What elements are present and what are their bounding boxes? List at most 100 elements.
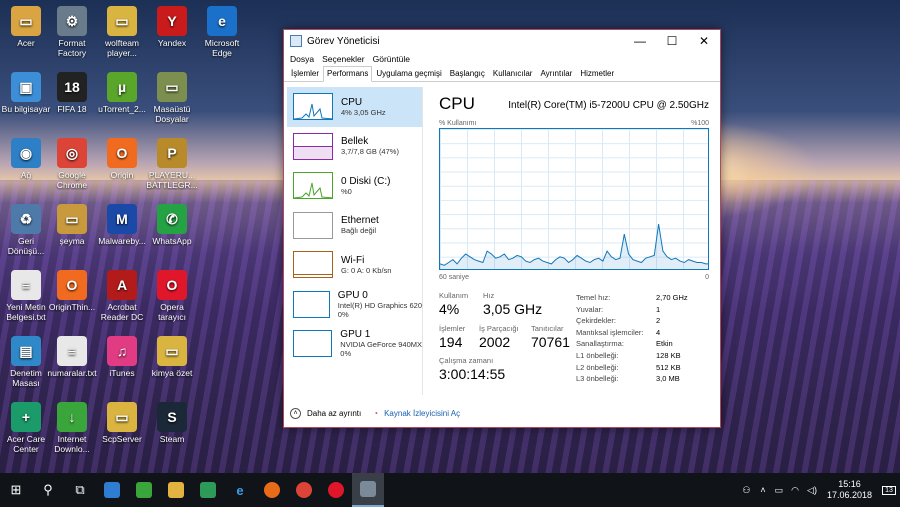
- desktop-icon-internet-downlo[interactable]: ↓ Internet Downlo...: [46, 402, 98, 454]
- less-details-link[interactable]: Daha az ayrıntı: [307, 409, 361, 418]
- edge-icon[interactable]: e: [224, 473, 256, 507]
- chrome-icon[interactable]: [288, 473, 320, 507]
- desktop-icon-label: iTunes: [109, 368, 135, 378]
- action-center-icon[interactable]: 13: [878, 473, 900, 507]
- window-title: Görev Yöneticisi: [307, 35, 380, 47]
- uptime-label: Çalışma zamanı: [439, 356, 494, 365]
- clock[interactable]: 15:16 17.06.2018: [821, 479, 878, 501]
- desktop-icon-opera-taray-c[interactable]: O Opera tarayıcı: [146, 270, 198, 322]
- sidebar-item-bellek[interactable]: Bellek 3,7/7,8 GB (47%): [287, 127, 422, 167]
- mini-graph: [293, 251, 333, 279]
- desktop-icon-fifa-18[interactable]: 18 FIFA 18: [46, 72, 98, 114]
- maximize-button[interactable]: ☐: [656, 30, 688, 52]
- desktop-icon-scpserver[interactable]: ▭ ScpServer: [96, 402, 148, 444]
- tab-i-lemler[interactable]: İşlemler: [287, 66, 323, 82]
- desktop-icon-a[interactable]: ◉ Ağ: [0, 138, 52, 180]
- sidebar-item-cpu[interactable]: CPU 4% 3,05 GHz: [287, 87, 422, 127]
- tab-hizmetler[interactable]: Hizmetler: [576, 66, 618, 82]
- desktop-icon-kimya-zet[interactable]: ▭ kimya özet: [146, 336, 198, 378]
- sidebar-item-0-diski-c[interactable]: 0 Diski (C:) %0: [287, 166, 422, 206]
- desktop-icon-eyma[interactable]: ▭ şeyma: [46, 204, 98, 246]
- malwareby-icon: M: [107, 204, 137, 234]
- desktop-icon-acrobat-reader-dc[interactable]: A Acrobat Reader DC: [96, 270, 148, 322]
- people-icon[interactable]: ⚇: [737, 485, 755, 496]
- tab-uygulama-ge-mi-i[interactable]: Uygulama geçmişi: [372, 66, 445, 82]
- spec-temel-h-z: Temel hız: 2,70 GHz: [576, 293, 688, 302]
- title-bar[interactable]: Görev Yöneticisi — ☐ ✕: [284, 30, 720, 52]
- desktop-icon-yandex[interactable]: Y Yandex: [146, 6, 198, 48]
- task-view-icon[interactable]: ⧉: [64, 473, 96, 507]
- desktop-icon-numaralar-txt[interactable]: ≡ numaralar.txt: [46, 336, 98, 378]
- tab-kullan-c-lar[interactable]: Kullanıcılar: [489, 66, 537, 82]
- resource-monitor-link[interactable]: Kaynak İzleyicisini Aç: [384, 409, 460, 418]
- desktop-icon-format-factory[interactable]: ⚙ Format Factory: [46, 6, 98, 58]
- desktop-icon-itunes[interactable]: ♫ iTunes: [96, 336, 148, 378]
- a-icon: ◉: [11, 138, 41, 168]
- taskbar-items: ⊞ ⚲ ⧉ e: [0, 473, 384, 507]
- store-icon[interactable]: [96, 473, 128, 507]
- chevron-up-tray-icon[interactable]: ˄: [755, 485, 770, 495]
- yandex-icon: Y: [157, 6, 187, 36]
- sidebar-item-wi-fi[interactable]: Wi-Fi G: 0 A: 0 Kb/sn: [287, 245, 422, 285]
- desktop-icon-acer[interactable]: ▭ Acer: [0, 6, 52, 48]
- desktop-icon-originthin[interactable]: O OriginThin...: [46, 270, 98, 312]
- tab-ayr-nt-lar[interactable]: Ayrıntılar: [536, 66, 576, 82]
- app-green2-icon[interactable]: [192, 473, 224, 507]
- battery-icon[interactable]: ▭: [771, 485, 788, 496]
- menu-options[interactable]: Seçenekler: [322, 54, 365, 64]
- tab-ba-lang[interactable]: Başlangıç: [446, 66, 489, 82]
- desktop-icon-yeni-metin-belgesi-txt[interactable]: ≡ Yeni Metin Belgesi.txt: [0, 270, 52, 322]
- desktop-icon-masa-st-dosyalar[interactable]: ▭ Masaüstü Dosyalar: [146, 72, 198, 124]
- desktop-icon-geri-d-n[interactable]: ♻ Geri Dönüşü...: [0, 204, 52, 256]
- desktop-icon-label: Masaüstü Dosyalar: [153, 104, 191, 124]
- menu-file[interactable]: Dosya: [290, 54, 314, 64]
- explorer-icon[interactable]: [160, 473, 192, 507]
- app-green-icon[interactable]: [128, 473, 160, 507]
- wifi-icon[interactable]: ◠: [787, 485, 803, 496]
- acer-icon: ▭: [11, 6, 41, 36]
- spec-key: Sanallaştırma:: [576, 339, 624, 349]
- speed-label: Hız: [483, 291, 495, 300]
- desktop-icon-wolfteam-player[interactable]: ▭ wolfteam player...: [96, 6, 148, 58]
- speed-value: 3,05 GHz: [483, 301, 543, 317]
- desktop-icon-label: OriginThin...: [48, 302, 96, 312]
- task-manager-icon[interactable]: [352, 473, 384, 507]
- spec-value: 512 KB: [656, 362, 681, 372]
- cpu-panel: CPU Intel(R) Core(TM) i5-7200U CPU @ 2.5…: [439, 94, 709, 394]
- desktop-icon-denetim-masas[interactable]: ▤ Denetim Masası: [0, 336, 52, 388]
- desktop-icon-playeru-battlegr[interactable]: P PLAYERU... BATTLEGR...: [146, 138, 198, 190]
- chevron-up-icon[interactable]: ˄: [290, 408, 301, 419]
- tab-performans[interactable]: Performans: [323, 66, 373, 82]
- desktop-icon-google-chrome[interactable]: ◎ Google Chrome: [46, 138, 98, 190]
- sidebar-item-gpu-0[interactable]: GPU 0 Intel(R) HD Graphics 620 0%: [287, 285, 422, 325]
- itunes-icon: ♫: [107, 336, 137, 366]
- firefox-icon[interactable]: [256, 473, 288, 507]
- start-icon[interactable]: ⊞: [0, 473, 32, 507]
- volume-icon[interactable]: ◁): [803, 485, 821, 496]
- sidebar-item-ethernet[interactable]: Ethernet Bağlı değil: [287, 206, 422, 246]
- minimize-button[interactable]: —: [624, 30, 656, 52]
- desktop-icon-label: Bu bilgisayar: [1, 104, 51, 114]
- sidebar-subtitle: %0: [341, 186, 352, 196]
- mini-graph: [293, 93, 333, 121]
- desktop-icon-origin[interactable]: O Origin: [96, 138, 148, 180]
- spec-value: 128 KB: [656, 351, 681, 360]
- desktop-icon-whatsapp[interactable]: ✆ WhatsApp: [146, 204, 198, 246]
- sidebar-text: Wi-Fi G: 0 A: 0 Kb/sn: [341, 255, 391, 275]
- explorer-glyph: [168, 482, 184, 498]
- desktop-icon-acer-care-center[interactable]: + Acer Care Center: [0, 402, 52, 454]
- mini-graph: [293, 172, 333, 200]
- usage-value: 4%: [439, 301, 460, 317]
- desktop-icon-utorrent-2[interactable]: µ uTorrent_2...: [96, 72, 148, 114]
- desktop-icon-steam[interactable]: S Steam: [146, 402, 198, 444]
- sidebar-item-gpu-1[interactable]: GPU 1 NVIDIA GeForce 940MX 0%: [287, 324, 422, 364]
- close-button[interactable]: ✕: [688, 30, 720, 52]
- desktop-icon-bu-bilgisayar[interactable]: ▣ Bu bilgisayar: [0, 72, 52, 114]
- desktop-icon-microsoft-edge[interactable]: e Microsoft Edge: [196, 6, 248, 58]
- desktop-icon-malwareby[interactable]: M Malwareby...: [96, 204, 148, 246]
- search-icon[interactable]: ⚲: [32, 473, 64, 507]
- handles-label: Tanıtıcılar: [531, 324, 564, 333]
- menu-view[interactable]: Görüntüle: [373, 54, 410, 64]
- opera-icon[interactable]: [320, 473, 352, 507]
- desktop-icon-label: Yandex: [157, 38, 187, 48]
